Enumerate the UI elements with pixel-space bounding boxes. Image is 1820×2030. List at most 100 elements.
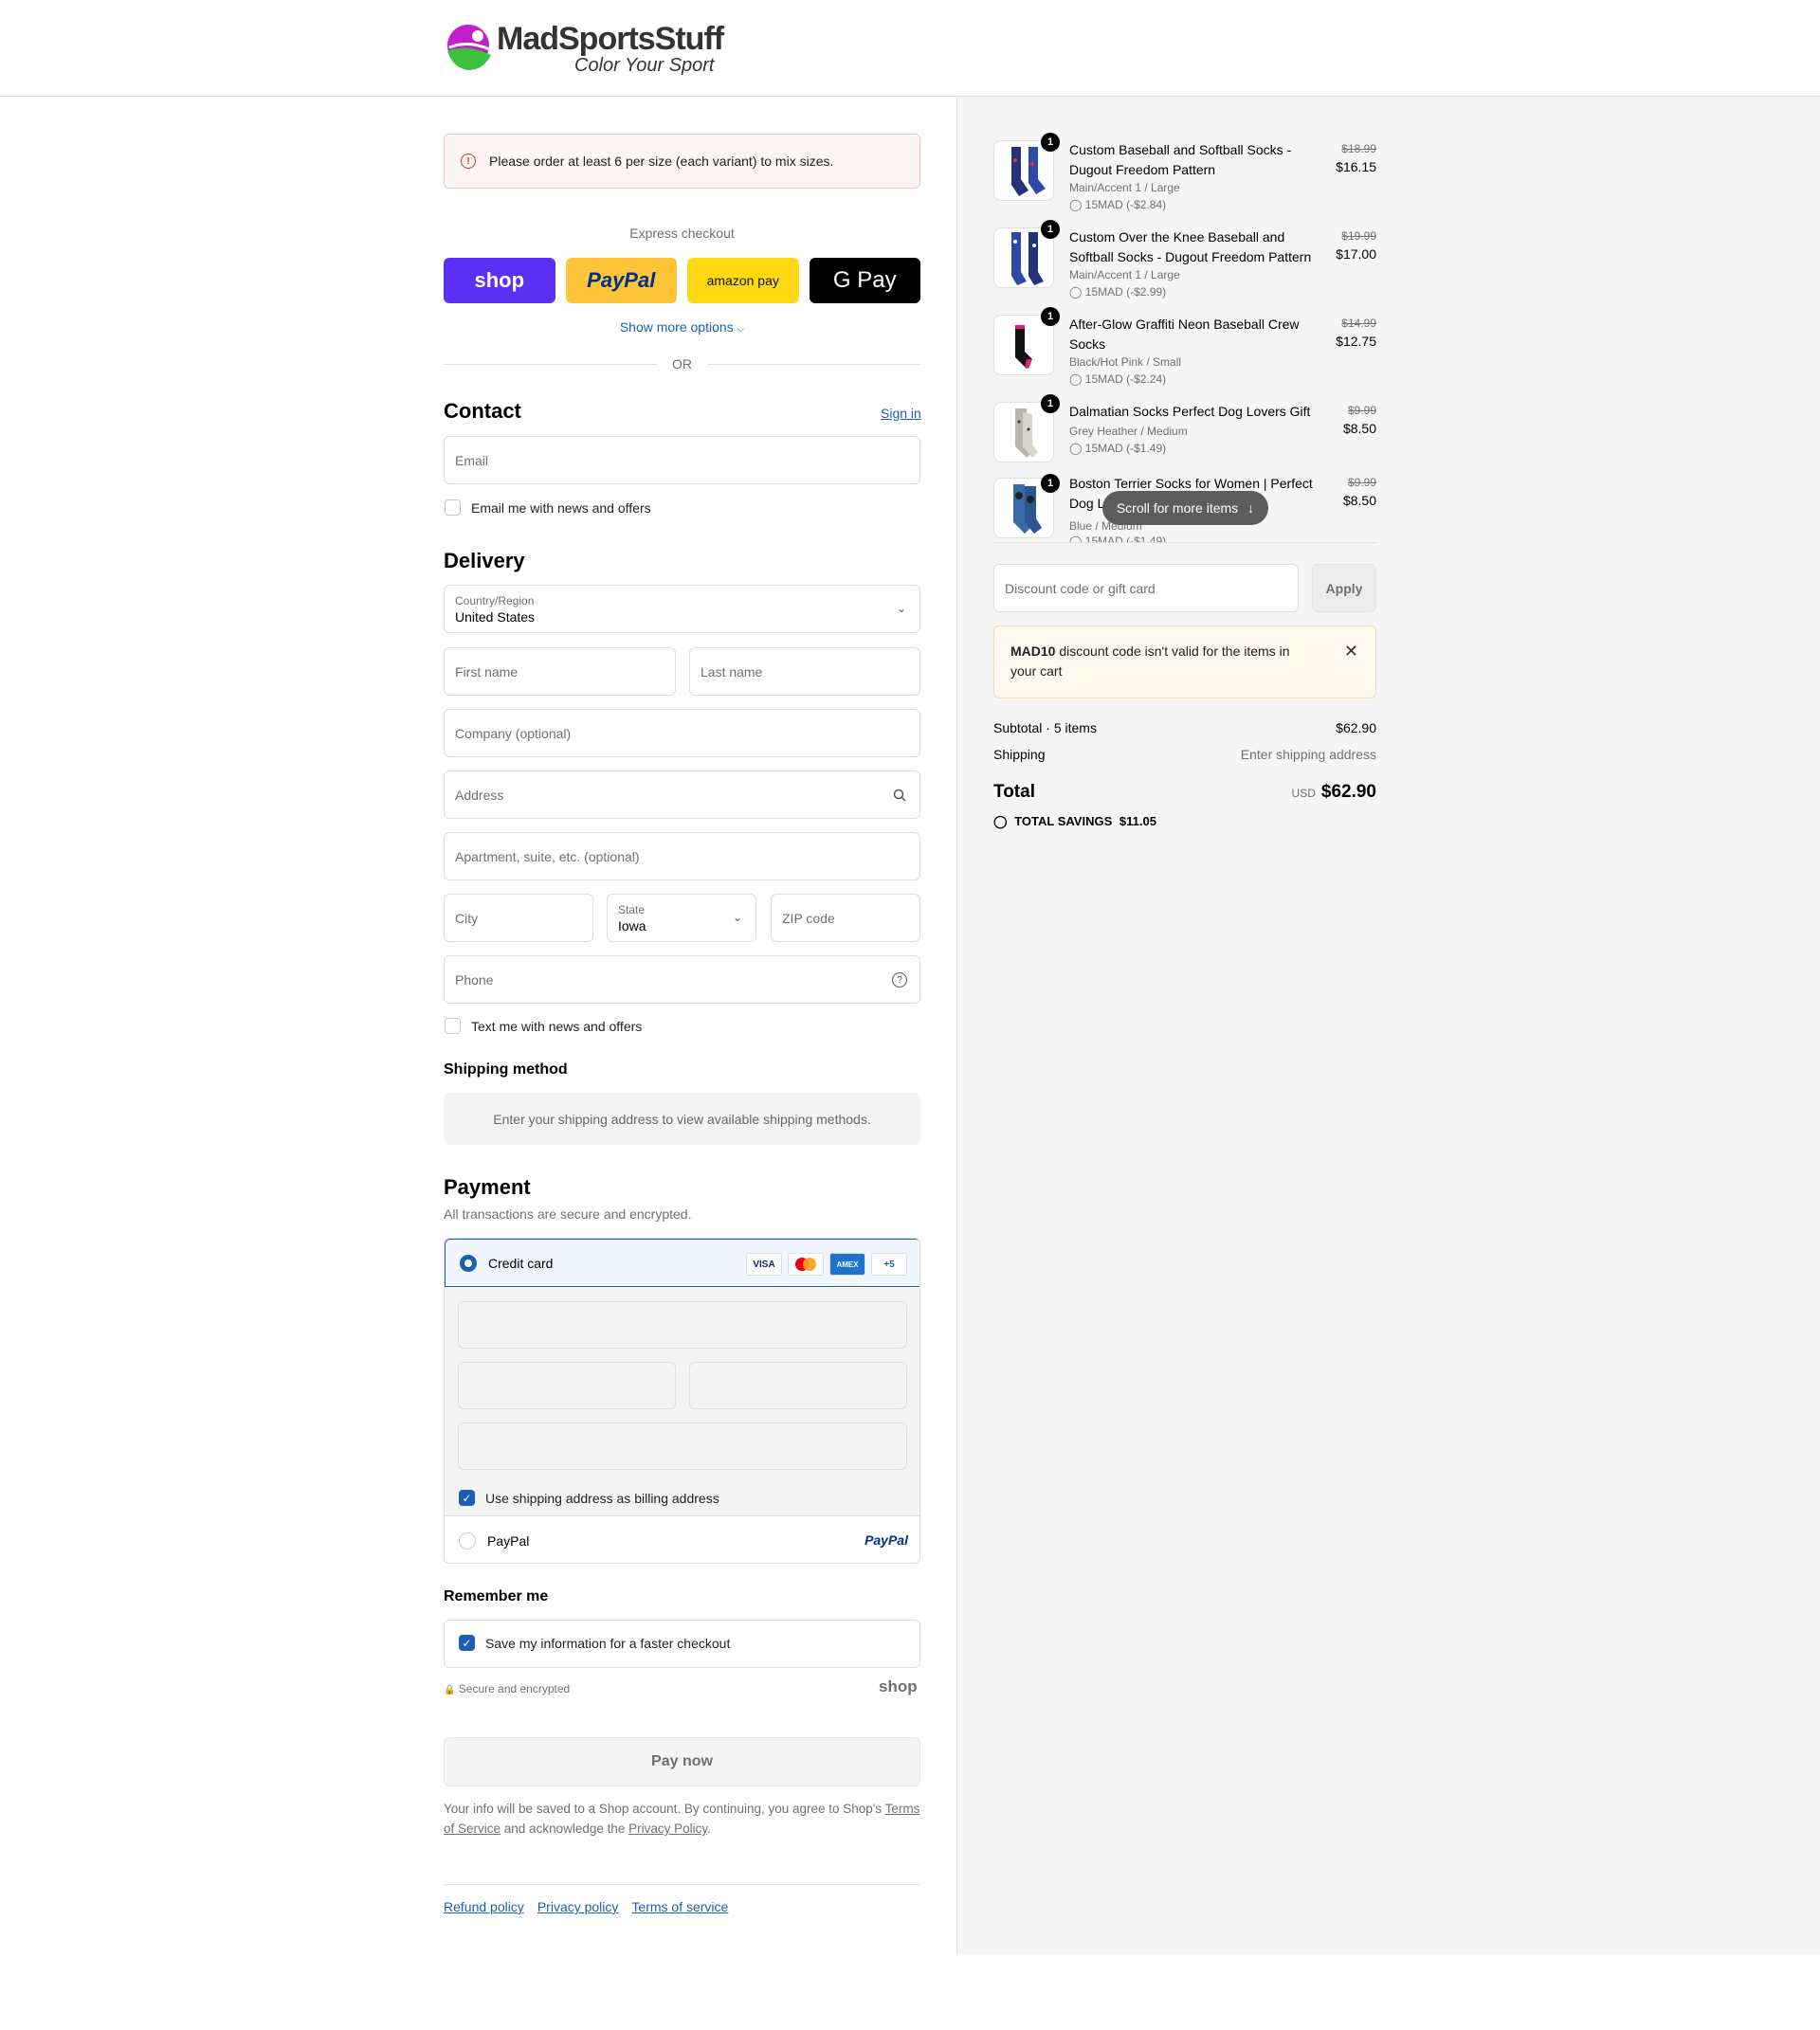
phone-field[interactable]: Phone ? xyxy=(444,955,920,1004)
sale-price: $8.50 xyxy=(1342,421,1376,436)
subtotal-label: Subtotal · 5 items xyxy=(993,720,1097,735)
phone-placeholder: Phone xyxy=(455,971,494,988)
payment-subtitle: All transactions are secure and encrypte… xyxy=(444,1206,692,1222)
card-number-field[interactable] xyxy=(458,1301,907,1349)
show-more-options[interactable]: Show more options ⌵ xyxy=(444,319,920,335)
shop-privacy-link[interactable]: Privacy Policy xyxy=(628,1822,707,1836)
sale-price: $8.50 xyxy=(1342,493,1376,508)
compare-price: $18.99 xyxy=(1341,142,1376,155)
email-field[interactable]: Email xyxy=(444,436,920,484)
remember-box: ✓ Save my information for a faster check… xyxy=(444,1620,920,1668)
cart-divider xyxy=(993,542,1376,543)
first-name-field[interactable]: First name xyxy=(444,647,676,696)
subtotal-value: $62.90 xyxy=(1336,720,1376,735)
subtotal-row: Subtotal · 5 items $62.90 xyxy=(993,720,1376,735)
zip-placeholder: ZIP code xyxy=(782,910,835,926)
checkbox-box[interactable] xyxy=(445,499,461,516)
email-news-label: Email me with news and offers xyxy=(471,499,651,516)
check-icon[interactable]: ✓ xyxy=(459,1490,475,1506)
save-info-checkbox[interactable]: ✓ Save my information for a faster check… xyxy=(459,1635,730,1651)
credit-card-option[interactable]: Credit card VISA AMEX +5 xyxy=(445,1239,919,1287)
country-select[interactable]: Country/Region United States ⌄ xyxy=(444,585,920,633)
billing-address-checkbox[interactable]: ✓ Use shipping address as billing addres… xyxy=(459,1490,719,1506)
text-news-checkbox[interactable]: Text me with news and offers xyxy=(445,1018,642,1034)
brand-tagline: Color Your Sport xyxy=(574,55,715,76)
last-name-field[interactable]: Last name xyxy=(689,647,920,696)
legal-text-1: Your info will be saved to a Shop accoun… xyxy=(444,1802,885,1816)
apartment-field[interactable]: Apartment, suite, etc. (optional) xyxy=(444,832,920,880)
product-price: $9.99 $8.50 xyxy=(1343,404,1376,436)
cart-item: 1 Custom Baseball and Softball Socks - D… xyxy=(993,133,1376,211)
compare-price: $9.99 xyxy=(1347,476,1376,489)
discount-code-input[interactable]: Discount code or gift card xyxy=(993,564,1299,612)
secure-label: Secure and encrypted xyxy=(458,1682,571,1695)
more-cards-badge: +5 xyxy=(871,1253,907,1276)
tag-icon: ◯ xyxy=(1069,198,1083,211)
tag-icon: ◯ xyxy=(1069,535,1083,542)
credit-card-label: Credit card xyxy=(488,1255,554,1271)
apply-button[interactable]: Apply xyxy=(1312,564,1376,612)
savings-value: $11.05 xyxy=(1119,814,1156,828)
product-price: $9.99 $8.50 xyxy=(1343,476,1376,508)
paypal-button[interactable]: PayPal xyxy=(565,258,677,303)
amazon-pay-button[interactable]: amazon pay xyxy=(687,258,799,303)
warning-code: MAD10 xyxy=(1010,643,1056,659)
security-code-field[interactable] xyxy=(689,1362,907,1409)
shipping-row: Shipping Enter shipping address xyxy=(993,747,1376,762)
paypal-logo: PayPal xyxy=(864,1532,908,1548)
expiry-field[interactable] xyxy=(458,1362,676,1409)
total-value: $62.90 xyxy=(1320,782,1376,802)
sign-in-link[interactable]: Sign in xyxy=(881,406,921,421)
scroll-hint-label: Scroll for more items xyxy=(1116,500,1239,516)
checkbox-box[interactable] xyxy=(445,1018,461,1034)
arrow-down-icon: ↓ xyxy=(1247,500,1255,516)
brand-name: MadSportsStuff xyxy=(497,21,724,57)
product-variant: Main/Accent 1 / Large xyxy=(1069,181,1180,194)
state-select[interactable]: State Iowa ⌄ xyxy=(607,894,756,942)
card-brands: VISA AMEX +5 xyxy=(746,1253,907,1276)
shipping-value: Enter shipping address xyxy=(1240,747,1376,762)
state-value: Iowa xyxy=(618,918,646,933)
privacy-policy-link[interactable]: Privacy policy xyxy=(537,1899,619,1914)
or-divider: OR xyxy=(444,354,920,373)
product-variant: Black/Hot Pink / Small xyxy=(1069,355,1182,369)
legal-text: Your info will be saved to a Shop accoun… xyxy=(444,1799,920,1839)
terms-of-service-link[interactable]: Terms of service xyxy=(631,1899,728,1914)
sale-price: $12.75 xyxy=(1336,334,1376,349)
amex-icon: AMEX xyxy=(829,1253,865,1276)
scroll-hint-button[interactable]: Scroll for more items ↓ xyxy=(1102,491,1268,525)
email-news-checkbox[interactable]: Email me with news and offers xyxy=(445,499,651,516)
company-field[interactable]: Company (optional) xyxy=(444,709,920,757)
product-discount: ◯ 15MAD (-$1.49) xyxy=(1069,442,1166,455)
brand-logo[interactable]: MadSportsStuff Color Your Sport xyxy=(446,21,724,80)
payment-methods: Credit card VISA AMEX +5 ✓ Use shipping … xyxy=(444,1238,920,1564)
pay-now-button[interactable]: Pay now xyxy=(444,1737,920,1786)
discount-text: 15MAD (-$1.49) xyxy=(1084,535,1167,542)
product-name: Custom Baseball and Softball Socks - Dug… xyxy=(1069,142,1292,177)
apartment-placeholder: Apartment, suite, etc. (optional) xyxy=(455,848,640,864)
google-pay-button[interactable]: G Pay xyxy=(809,258,920,303)
shipping-label: Shipping xyxy=(993,747,1046,762)
cart-item: 1 Dalmatian Socks Perfect Dog Lovers Gif… xyxy=(993,394,1376,470)
tag-icon: ◯ xyxy=(1069,442,1083,455)
help-icon[interactable]: ? xyxy=(892,972,907,988)
compare-price: $9.99 xyxy=(1347,404,1376,417)
paypal-radio[interactable] xyxy=(459,1532,476,1550)
country-label: Country/Region xyxy=(455,594,535,607)
address-field[interactable]: Address xyxy=(444,770,920,819)
shop-pay-button[interactable]: shop xyxy=(444,258,555,303)
check-icon[interactable]: ✓ xyxy=(459,1635,475,1651)
legal-text-2: and acknowledge the xyxy=(500,1822,629,1836)
zip-field[interactable]: ZIP code xyxy=(771,894,920,942)
city-field[interactable]: City xyxy=(444,894,593,942)
discount-placeholder: Discount code or gift card xyxy=(1005,580,1156,596)
paypal-option[interactable]: PayPal PayPal xyxy=(445,1515,919,1563)
close-icon[interactable]: ✕ xyxy=(1344,642,1358,662)
name-on-card-field[interactable] xyxy=(458,1423,907,1470)
product-price: $19.99 $17.00 xyxy=(1336,229,1376,262)
refund-policy-link[interactable]: Refund policy xyxy=(444,1899,524,1914)
chevron-down-icon: ⌄ xyxy=(896,602,906,615)
tag-icon: ◯ xyxy=(1069,372,1083,386)
tag-icon: ◯ xyxy=(993,814,1008,828)
credit-card-radio[interactable] xyxy=(460,1254,477,1272)
